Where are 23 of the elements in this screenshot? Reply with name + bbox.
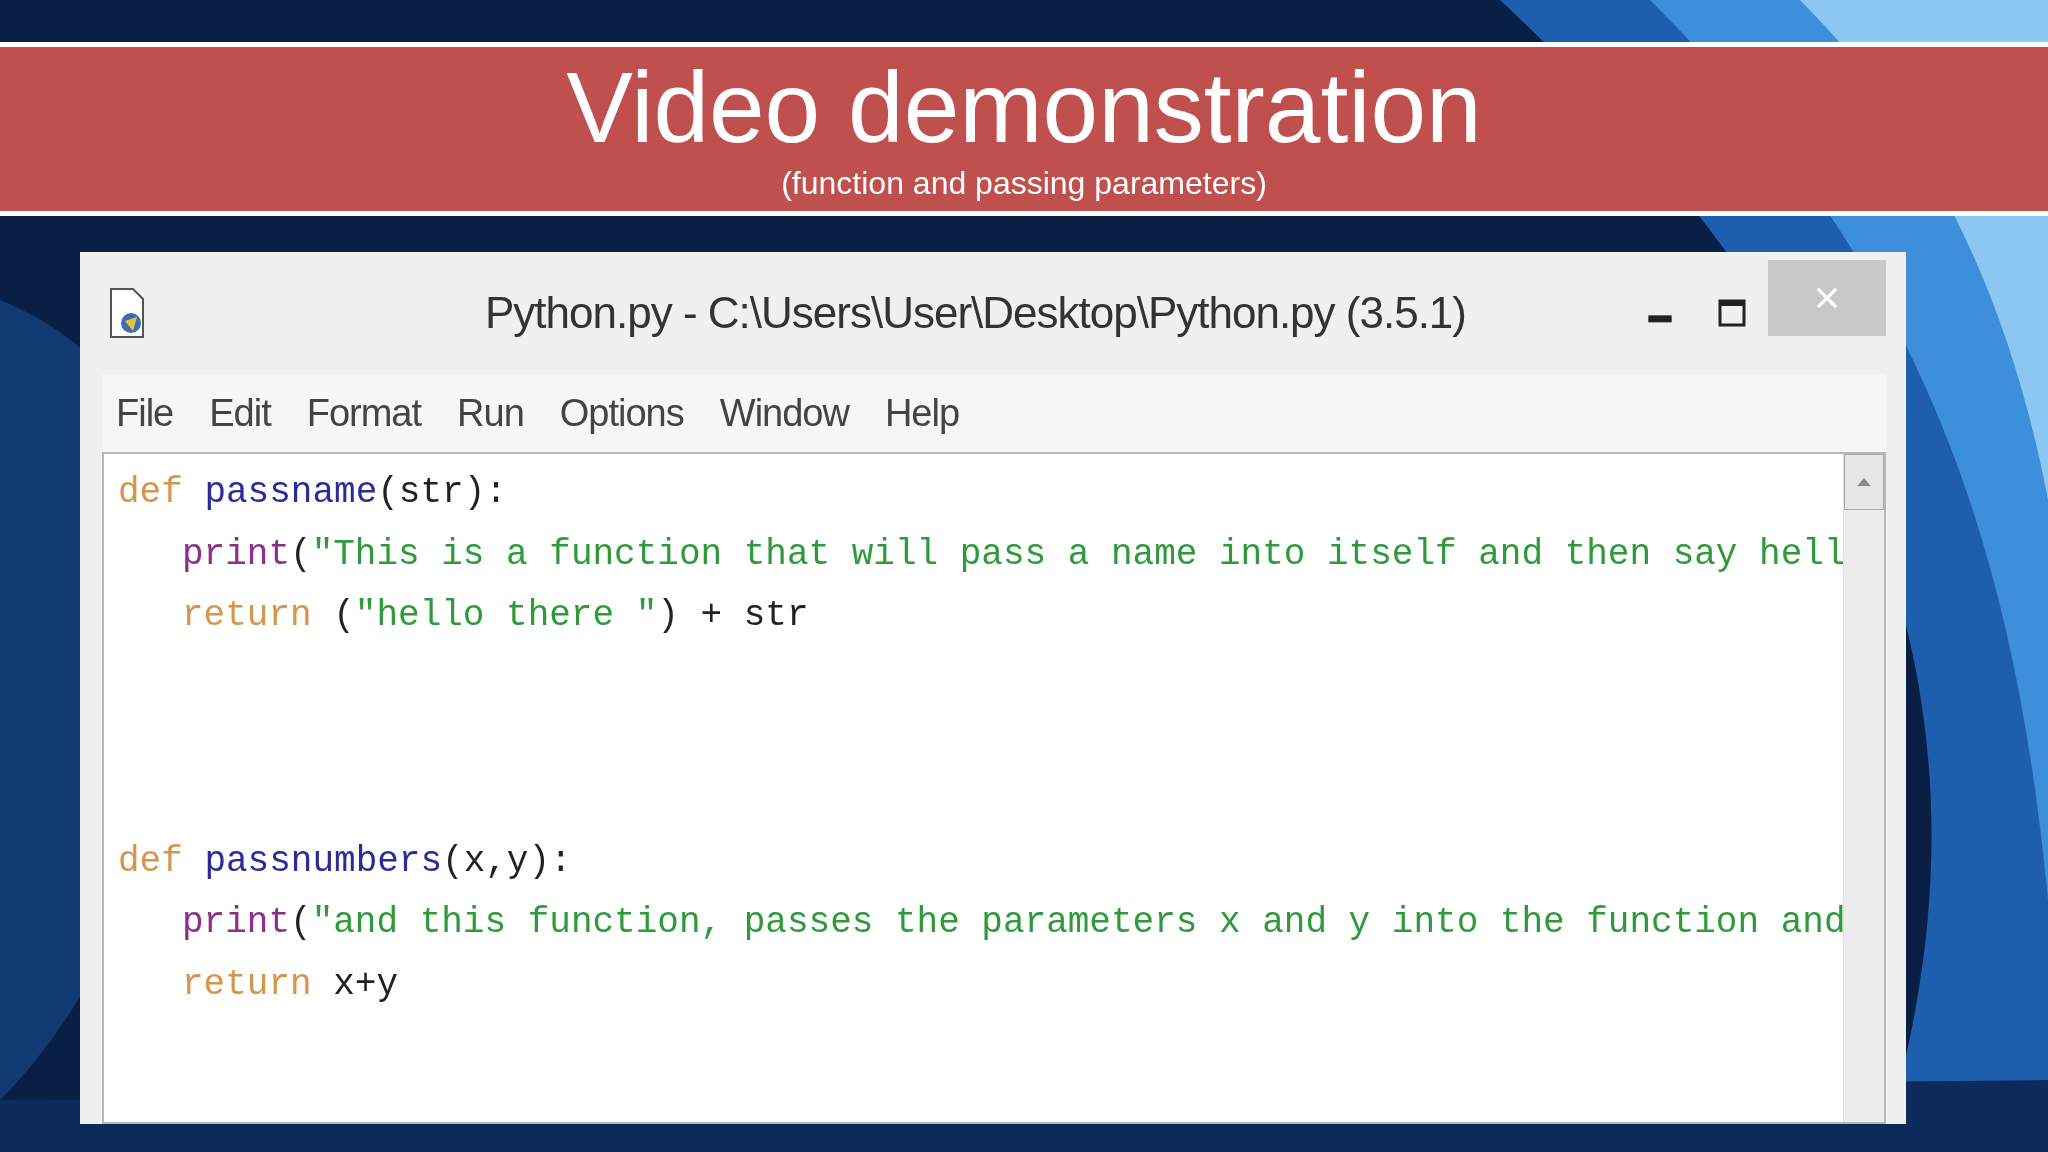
file-icon <box>107 287 147 339</box>
menu-item[interactable]: Window <box>719 391 849 435</box>
close-icon <box>1814 285 1840 311</box>
code-line: print("and this function, passes the parameters x and y into the function and <box>181 901 1843 945</box>
scroll-up-button[interactable] <box>1844 454 1884 510</box>
code-line: return x+y <box>181 962 400 1007</box>
code-editor[interactable] <box>102 452 1886 1124</box>
window-title: Python.py - C:\Users\User\Desktop\Python.py (3.5.1) <box>484 288 1467 338</box>
code-line: return ("hello there ") + str <box>181 594 810 638</box>
menu-item[interactable]: Options <box>559 391 684 435</box>
menu-item[interactable]: File <box>116 391 174 435</box>
maximize-icon[interactable] <box>1718 299 1746 327</box>
menu-item[interactable]: Format <box>306 391 422 435</box>
menu-item[interactable]: Help <box>884 391 960 435</box>
code-line: def passname(str): <box>118 471 508 515</box>
slide-subtitle: (function and passing parameters) <box>781 164 1267 203</box>
code-line: def passnumbers(x,y): <box>118 839 573 884</box>
code-line: print("This is a function that will pass a name into itself and then say hell <box>181 532 1843 577</box>
slide-title: Video demonstration <box>566 51 1482 163</box>
menu-item[interactable]: Run <box>457 391 524 435</box>
up-arrow-icon <box>1857 478 1871 486</box>
menu-item[interactable]: Edit <box>209 391 271 435</box>
scrollbar[interactable] <box>1843 454 1884 1122</box>
